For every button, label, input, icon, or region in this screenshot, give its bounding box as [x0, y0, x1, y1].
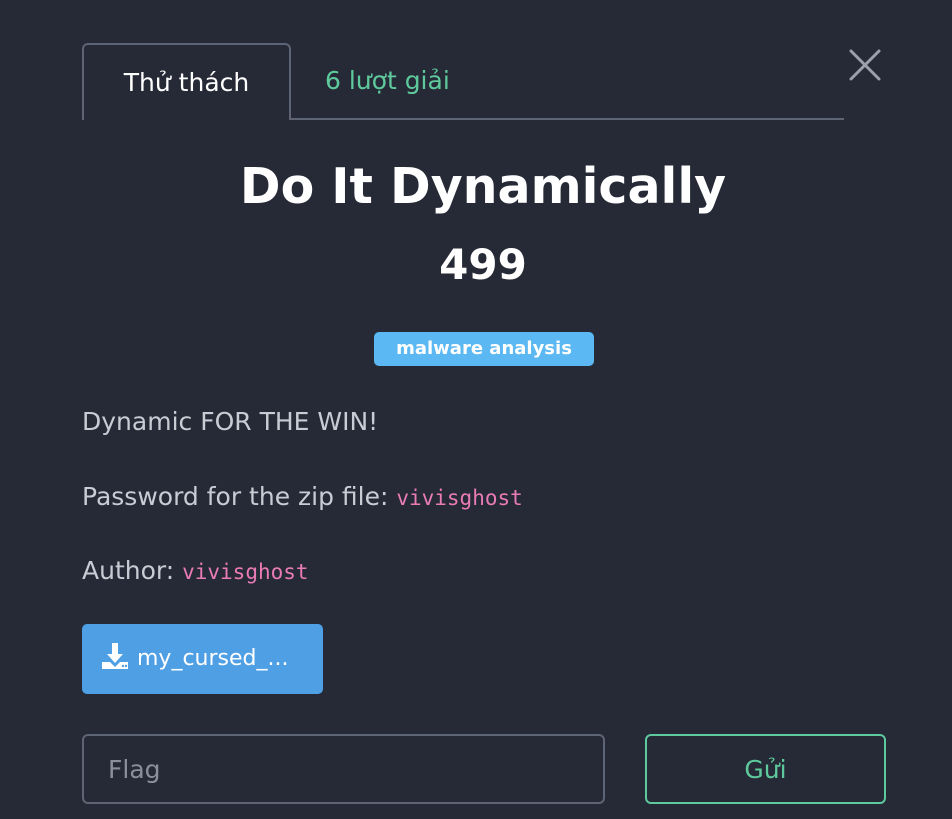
- challenge-points: 499: [439, 240, 527, 289]
- category-tag: malware analysis: [374, 332, 594, 366]
- tab-challenge[interactable]: Thử thách: [82, 43, 291, 120]
- password-value: vivisghost: [396, 486, 523, 510]
- close-icon: [849, 49, 881, 81]
- author-line: Author: vivisghost: [82, 553, 309, 590]
- challenge-tabs: Thử thách 6 lượt giải: [82, 43, 844, 120]
- tab-solves[interactable]: 6 lượt giải: [325, 43, 450, 120]
- download-file-label: my_cursed_...: [137, 646, 289, 671]
- description-text: Dynamic FOR THE WIN!: [82, 407, 379, 436]
- download-icon: [102, 643, 128, 669]
- submit-button[interactable]: Gửi: [645, 734, 886, 804]
- challenge-title: Do It Dynamically: [239, 158, 727, 215]
- close-button[interactable]: [846, 46, 884, 84]
- password-line: Password for the zip file: vivisghost: [82, 479, 523, 516]
- author-value: vivisghost: [182, 560, 309, 584]
- author-label: Author:: [82, 556, 183, 585]
- password-label: Password for the zip file:: [82, 482, 397, 511]
- flag-input[interactable]: [82, 734, 605, 804]
- download-file-button[interactable]: my_cursed_...: [82, 624, 323, 694]
